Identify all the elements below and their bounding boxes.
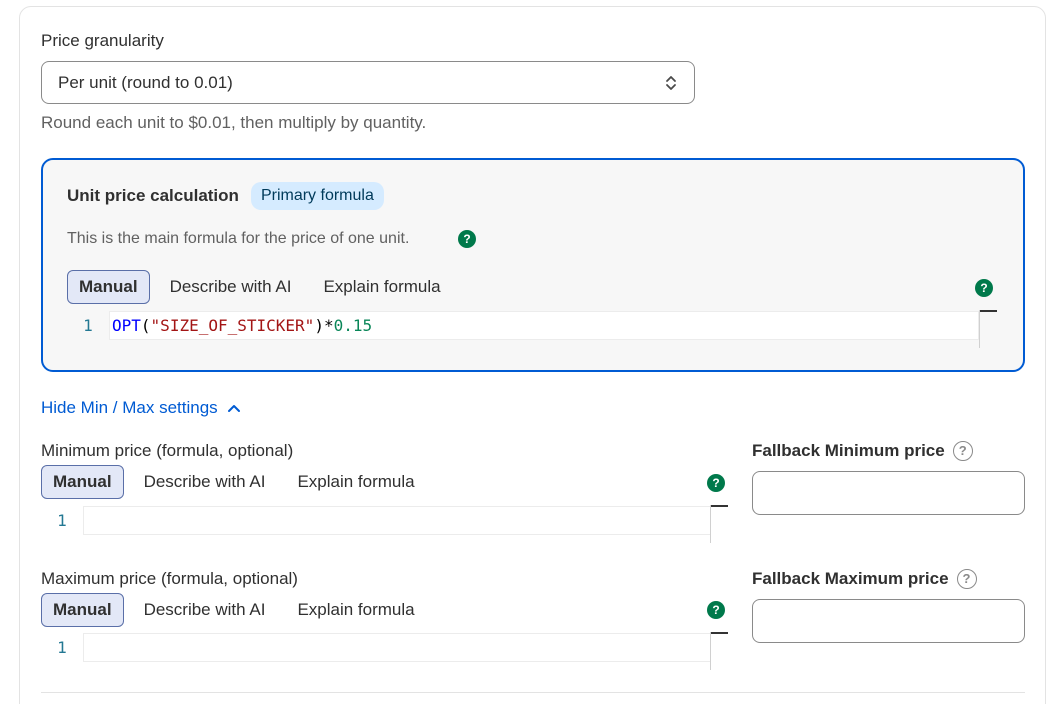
line-number: 1 bbox=[57, 511, 67, 530]
select-chevron-icon bbox=[666, 76, 676, 90]
min-price-tabs: Manual Describe with AI Explain formula bbox=[41, 465, 435, 499]
max-price-code-editor[interactable] bbox=[83, 633, 711, 662]
question-circle-icon[interactable]: ? bbox=[952, 441, 973, 461]
fallback-min-price-label: Fallback Minimum price ? bbox=[752, 441, 973, 461]
fallback-max-price-label: Fallback Maximum price ? bbox=[752, 569, 977, 589]
question-circle-icon[interactable]: ? bbox=[956, 569, 977, 589]
fallback-min-price-text: Fallback Minimum price bbox=[752, 441, 945, 460]
code-string: "SIZE_OF_STICKER" bbox=[150, 316, 315, 335]
code-function: OPT bbox=[112, 316, 141, 335]
tab-describe-with-ai[interactable]: Describe with AI bbox=[132, 465, 278, 499]
section-divider bbox=[41, 692, 1025, 693]
help-icon[interactable]: ? bbox=[458, 230, 476, 248]
min-price-code-editor[interactable] bbox=[83, 506, 711, 535]
tab-describe-with-ai[interactable]: Describe with AI bbox=[158, 270, 304, 304]
min-price-line-numbers: 1 bbox=[41, 506, 83, 535]
unit-calc-code-editor[interactable]: OPT("SIZE_OF_STICKER")*0.15 bbox=[109, 311, 979, 340]
fallback-max-price-text: Fallback Maximum price bbox=[752, 569, 949, 588]
chevron-up-icon bbox=[227, 405, 240, 412]
tab-manual[interactable]: Manual bbox=[67, 270, 150, 304]
primary-formula-badge: Primary formula bbox=[250, 182, 384, 210]
min-price-label: Minimum price (formula, optional) bbox=[41, 441, 294, 460]
editor-scrollbar[interactable] bbox=[710, 632, 728, 670]
unit-calc-description: This is the main formula for the price o… bbox=[67, 230, 410, 247]
tab-manual[interactable]: Manual bbox=[41, 465, 124, 499]
help-icon[interactable]: ? bbox=[975, 279, 993, 297]
max-price-tabs: Manual Describe with AI Explain formula bbox=[41, 593, 435, 627]
hide-min-max-label: Hide Min / Max settings bbox=[41, 398, 218, 417]
line-number: 1 bbox=[57, 638, 67, 657]
editor-scrollbar[interactable] bbox=[979, 310, 997, 348]
unit-calc-tabs: Manual Describe with AI Explain formula bbox=[67, 270, 461, 304]
unit-calc-line-numbers: 1 bbox=[67, 311, 109, 340]
granularity-selected-value: Per unit (round to 0.01) bbox=[58, 72, 233, 92]
fallback-min-price-input[interactable] bbox=[752, 471, 1025, 515]
tab-explain-formula[interactable]: Explain formula bbox=[285, 593, 426, 627]
unit-calc-header: Unit price calculation Primary formula bbox=[67, 182, 384, 210]
tab-explain-formula[interactable]: Explain formula bbox=[311, 270, 452, 304]
max-price-label: Maximum price (formula, optional) bbox=[41, 569, 298, 588]
help-icon[interactable]: ? bbox=[707, 601, 725, 619]
line-number: 1 bbox=[83, 316, 93, 335]
granularity-help: Round each unit to $0.01, then multiply … bbox=[41, 113, 427, 132]
tab-describe-with-ai[interactable]: Describe with AI bbox=[132, 593, 278, 627]
fallback-max-price-input[interactable] bbox=[752, 599, 1025, 643]
code-paren-open: ( bbox=[140, 316, 151, 335]
help-icon[interactable]: ? bbox=[707, 474, 725, 492]
code-number: 0.15 bbox=[333, 316, 373, 335]
editor-scrollbar[interactable] bbox=[710, 505, 728, 543]
tab-manual[interactable]: Manual bbox=[41, 593, 124, 627]
granularity-label: Price granularity bbox=[41, 31, 164, 50]
tab-explain-formula[interactable]: Explain formula bbox=[285, 465, 426, 499]
granularity-select[interactable]: Per unit (round to 0.01) bbox=[41, 61, 695, 104]
hide-min-max-toggle[interactable]: Hide Min / Max settings bbox=[41, 398, 241, 418]
max-price-line-numbers: 1 bbox=[41, 633, 83, 662]
code-operator: )* bbox=[314, 316, 334, 335]
unit-calc-title: Unit price calculation bbox=[67, 186, 239, 205]
